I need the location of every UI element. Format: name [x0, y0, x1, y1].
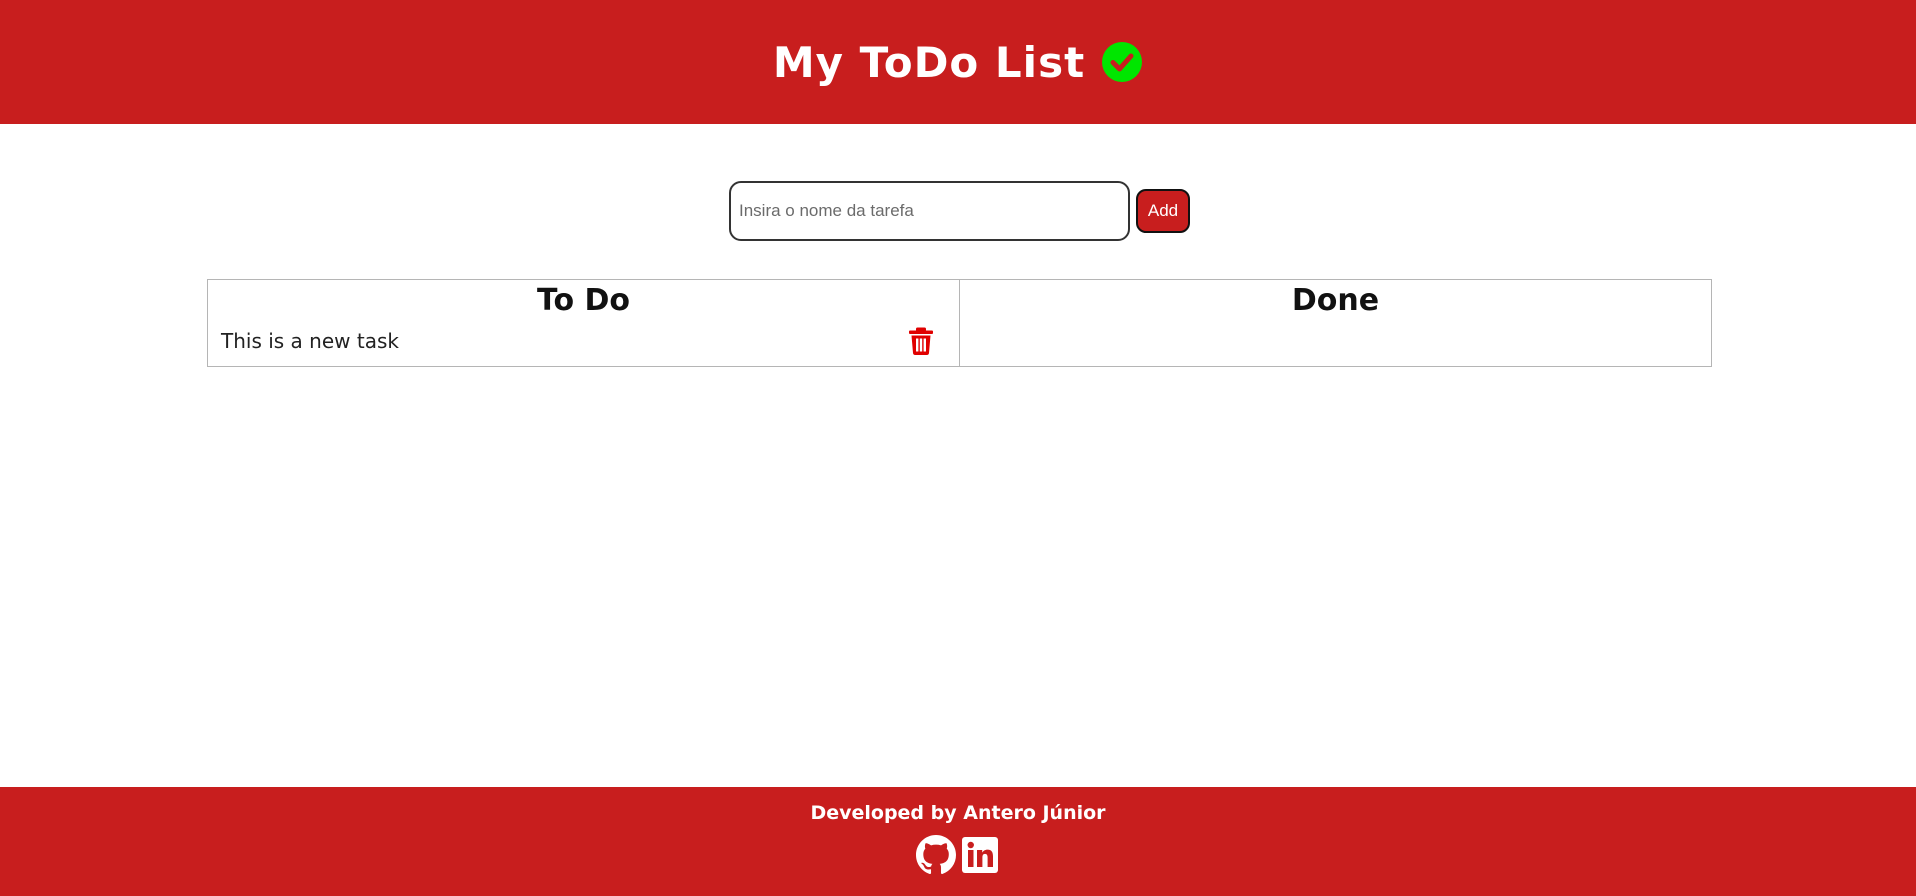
- todo-column-title: To Do: [536, 283, 631, 318]
- done-column-title: Done: [1291, 283, 1380, 318]
- task-item: This is a new task: [208, 327, 959, 355]
- github-icon: [916, 835, 956, 879]
- page-title: My ToDo List: [772, 37, 1086, 87]
- done-column: Done: [959, 280, 1711, 366]
- trash-icon[interactable]: [909, 327, 933, 355]
- check-circle-icon: [1101, 41, 1143, 83]
- todo-column: To Do This is a new task: [208, 280, 959, 366]
- footer: Developed by Antero Júnior: [0, 787, 1916, 896]
- linkedin-icon: [960, 837, 1000, 879]
- social-links: [0, 835, 1916, 875]
- add-task-button[interactable]: Add: [1136, 189, 1190, 233]
- add-task-form: Add: [729, 181, 1190, 241]
- task-text: This is a new task: [221, 329, 399, 353]
- task-name-input[interactable]: [729, 181, 1130, 241]
- footer-credit: Developed by Antero Júnior: [810, 802, 1106, 824]
- task-board: To Do This is a new task Done: [207, 279, 1712, 367]
- page: My ToDo List Add To Do This is a new tas…: [0, 0, 1916, 896]
- header: My ToDo List: [0, 0, 1916, 124]
- github-link[interactable]: [916, 835, 956, 875]
- linkedin-link[interactable]: [960, 835, 1000, 875]
